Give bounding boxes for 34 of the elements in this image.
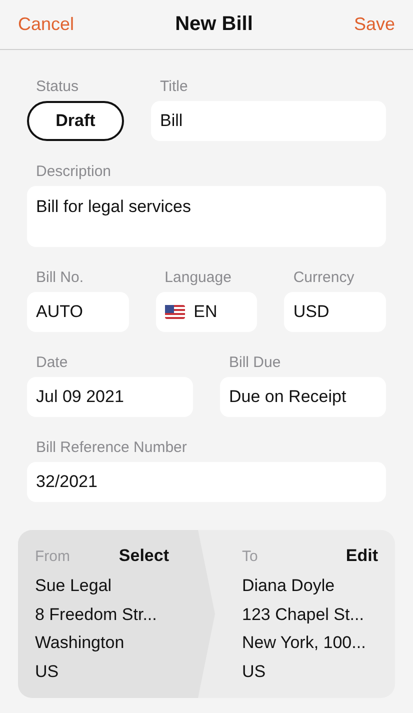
address-line: 8 Freedom Str... — [35, 604, 158, 626]
field-label: Title — [160, 78, 189, 96]
input-field[interactable]: USD — [284, 292, 386, 332]
field-label: Description — [36, 163, 112, 181]
from-panel[interactable]: From Select Sue Legal 8 Freedom Str... Washington US — [18, 530, 215, 698]
address-line: Diana Doyle — [242, 575, 336, 597]
party-label: To — [242, 548, 258, 565]
input-field[interactable]: Due on Receipt — [220, 377, 386, 417]
input-field[interactable]: 32/2021 — [27, 462, 386, 502]
party-action-button[interactable]: Select — [118, 546, 169, 566]
input-field[interactable]: AUTO — [27, 292, 129, 332]
flag-icon — [164, 305, 185, 319]
field-label: Status — [36, 78, 80, 96]
address-line: Washington — [35, 632, 126, 654]
input-field[interactable]: Jul 09 2021 — [27, 377, 193, 417]
address-line: Sue Legal — [35, 575, 113, 597]
field-label: Date — [36, 354, 69, 372]
field-label: Bill No. — [36, 269, 85, 287]
field-label: Currency — [293, 269, 356, 287]
status-button[interactable]: Draft — [27, 101, 124, 141]
party-action-button[interactable]: Edit — [346, 546, 378, 566]
input-field[interactable]: Bill — [151, 101, 386, 141]
description-field[interactable]: Bill for legal services — [27, 186, 386, 247]
field-label: Language — [164, 269, 232, 287]
party-label: From — [35, 548, 70, 565]
address-line: 123 Chapel St... — [242, 604, 365, 626]
language-field[interactable]: EN — [156, 292, 258, 332]
address-line: US — [242, 660, 267, 682]
address-line: New York, 100... — [242, 632, 367, 654]
address-line: US — [35, 660, 60, 682]
to-panel[interactable]: To Edit Diana Doyle 123 Chapel St... New York, 100... US — [215, 530, 395, 698]
screen-title: New Bill — [175, 13, 253, 36]
field-label: Bill Due — [229, 354, 282, 372]
field-label: Bill Reference Number — [36, 439, 188, 457]
